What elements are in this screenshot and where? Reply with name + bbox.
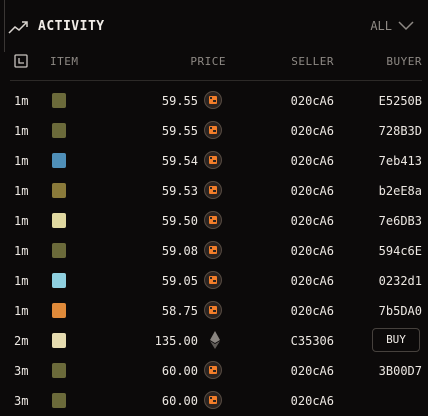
row-price: 59.54: [161, 154, 198, 168]
item-thumbnail[interactable]: [52, 273, 66, 288]
row-buyer[interactable]: 3B00D7: [346, 364, 422, 378]
token-icon: [204, 211, 222, 229]
row-time: 1m: [14, 214, 29, 228]
activity-list: 1m 59.55 020cA6 E5250B 1m 59.55 020cA6 728B3D 1m…: [0, 86, 428, 416]
row-time: 1m: [14, 184, 29, 198]
trending-up-icon: [8, 18, 30, 36]
token-icon: [204, 121, 222, 139]
activity-row[interactable]: 3m 60.00 020cA6: [0, 386, 428, 416]
row-time: 1m: [14, 154, 29, 168]
header-divider: [10, 80, 422, 81]
token-icon: [204, 181, 222, 199]
row-price: 60.00: [161, 394, 198, 408]
row-seller[interactable]: 020cA6: [262, 94, 334, 108]
column-price[interactable]: PRICE: [136, 55, 226, 68]
activity-row[interactable]: 1m 58.75 020cA6 7b5DA0: [0, 296, 428, 326]
item-thumbnail[interactable]: [52, 363, 66, 378]
row-price: 59.05: [161, 274, 198, 288]
row-time: 1m: [14, 274, 29, 288]
column-seller[interactable]: SELLER: [262, 55, 334, 68]
row-time: 3m: [14, 364, 29, 378]
row-seller[interactable]: 020cA6: [262, 184, 334, 198]
row-buyer[interactable]: 7e6DB3: [346, 214, 422, 228]
item-thumbnail[interactable]: [52, 153, 66, 168]
column-headers: ITEM PRICE SELLER BUYER: [0, 54, 428, 76]
token-icon: [204, 301, 222, 319]
row-price: 58.75: [161, 304, 198, 318]
activity-row[interactable]: 1m 59.08 020cA6 594c6E: [0, 236, 428, 266]
row-seller[interactable]: C35306: [262, 334, 334, 348]
item-thumbnail[interactable]: [52, 333, 66, 348]
panel-title: ACTIVITY: [38, 19, 105, 34]
activity-header: ACTIVITY ALL: [8, 16, 420, 40]
item-thumbnail[interactable]: [52, 93, 66, 108]
item-thumbnail[interactable]: [52, 183, 66, 198]
token-icon: [204, 271, 222, 289]
chevron-down-icon: [398, 21, 414, 31]
token-icon: [204, 151, 222, 169]
row-price: 59.08: [161, 244, 198, 258]
item-thumbnail[interactable]: [52, 123, 66, 138]
column-buyer[interactable]: BUYER: [346, 55, 422, 68]
item-thumbnail[interactable]: [52, 303, 66, 318]
activity-row[interactable]: 1m 59.55 020cA6 E5250B: [0, 86, 428, 116]
token-icon: [204, 391, 222, 409]
row-price: 59.53: [161, 184, 198, 198]
row-seller[interactable]: 020cA6: [262, 304, 334, 318]
row-seller[interactable]: 020cA6: [262, 274, 334, 288]
filter-label: ALL: [370, 19, 392, 33]
activity-row[interactable]: 1m 59.50 020cA6 7e6DB3: [0, 206, 428, 236]
activity-row[interactable]: 1m 59.53 020cA6 b2eE8a: [0, 176, 428, 206]
row-buyer[interactable]: 728B3D: [346, 124, 422, 138]
row-time: 3m: [14, 394, 29, 408]
row-price: 59.55: [161, 124, 198, 138]
item-thumbnail[interactable]: [52, 213, 66, 228]
activity-row[interactable]: 2m 135.00 C35306 BUY: [0, 326, 428, 356]
item-thumbnail[interactable]: [52, 243, 66, 258]
token-icon: [204, 91, 222, 109]
row-buyer[interactable]: 7b5DA0: [346, 304, 422, 318]
row-time: 1m: [14, 304, 29, 318]
row-buyer[interactable]: b2eE8a: [346, 184, 422, 198]
column-item[interactable]: ITEM: [50, 55, 79, 68]
row-seller[interactable]: 020cA6: [262, 364, 334, 378]
row-buyer[interactable]: E5250B: [346, 94, 422, 108]
row-time: 1m: [14, 244, 29, 258]
token-icon: [204, 241, 222, 259]
token-icon: [204, 361, 222, 379]
filter-dropdown[interactable]: ALL: [370, 19, 414, 33]
activity-row[interactable]: 1m 59.54 020cA6 7eb413: [0, 146, 428, 176]
row-time: 1m: [14, 124, 29, 138]
row-buyer[interactable]: 7eb413: [346, 154, 422, 168]
row-time: 1m: [14, 94, 29, 108]
item-thumbnail[interactable]: [52, 393, 66, 408]
activity-panel: ACTIVITY ALL ITEM PRICE SELLER BUYER 1m 5…: [0, 0, 428, 409]
row-price: 59.50: [161, 214, 198, 228]
row-price: 60.00: [161, 364, 198, 378]
ethereum-icon: [210, 331, 220, 352]
buy-button[interactable]: BUY: [372, 328, 420, 352]
row-seller[interactable]: 020cA6: [262, 214, 334, 228]
activity-row[interactable]: 1m 59.05 020cA6 0232d1: [0, 266, 428, 296]
row-price: 135.00: [154, 334, 198, 348]
activity-row[interactable]: 3m 60.00 020cA6 3B00D7: [0, 356, 428, 386]
row-buyer[interactable]: 594c6E: [346, 244, 422, 258]
row-time: 2m: [14, 334, 29, 348]
row-price: 59.55: [161, 94, 198, 108]
row-seller[interactable]: 020cA6: [262, 154, 334, 168]
activity-row[interactable]: 1m 59.55 020cA6 728B3D: [0, 116, 428, 146]
clock-icon: [14, 54, 28, 71]
row-seller[interactable]: 020cA6: [262, 244, 334, 258]
row-seller[interactable]: 020cA6: [262, 394, 334, 408]
panel-edge: [0, 0, 5, 52]
row-buyer[interactable]: 0232d1: [346, 274, 422, 288]
row-seller[interactable]: 020cA6: [262, 124, 334, 138]
